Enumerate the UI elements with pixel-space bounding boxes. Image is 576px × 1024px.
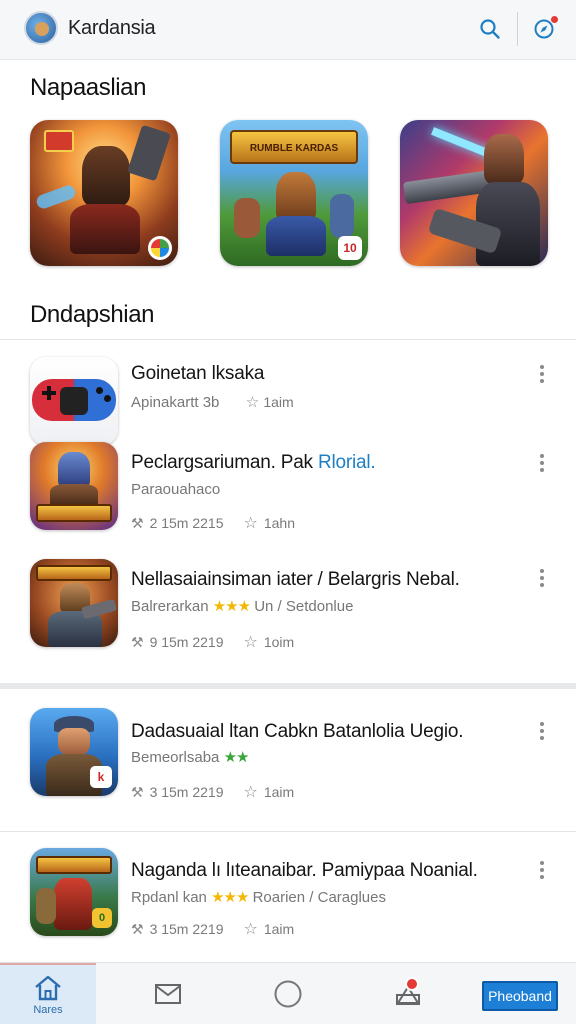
nav-mail[interactable] <box>140 963 196 1024</box>
section-divider <box>0 339 576 340</box>
app-icon-game <box>30 559 118 647</box>
star-outline-icon: ☆ <box>243 515 258 532</box>
search-icon[interactable] <box>475 14 505 44</box>
star-outline-icon: ☆ <box>243 634 258 651</box>
tools-icon: ⚒ <box>131 633 144 650</box>
more-options-button[interactable] <box>532 857 552 883</box>
item-subtitle: Rpdanl kan ★★★ Roarien / Caraglues <box>131 889 386 906</box>
nav-home-label: Nares <box>33 1004 63 1016</box>
star-outline-icon: ☆ <box>243 921 258 938</box>
nav-notifications[interactable] <box>380 963 436 1024</box>
app-icon-controller <box>30 357 118 445</box>
featured-tile-badge: 10 <box>338 236 362 260</box>
featured-section-title: Napaaslian <box>30 74 147 101</box>
bottom-navigation: Nares Pheoband <box>0 962 576 1024</box>
home-icon <box>35 975 61 1001</box>
nav-home[interactable]: Nares <box>0 963 96 1024</box>
circle-icon <box>274 980 302 1008</box>
nav-discover[interactable] <box>260 963 316 1024</box>
tools-icon: ⚒ <box>131 920 144 937</box>
featured-carousel: RUMBLE KARDAS 10 <box>0 118 576 268</box>
app-icon-game: k <box>30 708 118 796</box>
item-title: Naganda lı lıteanaibar. Pamiypaa Noanial… <box>131 860 478 881</box>
list-item[interactable]: Goinetan lksaka Apinakartt 3b ☆ 1aim <box>0 352 576 452</box>
tools-icon: ⚒ <box>131 514 144 531</box>
list-item[interactable]: Nellasaiainsiman iater / Belargris Nebal… <box>0 557 576 657</box>
rating-stars: ★★ <box>223 749 250 766</box>
item-title: Nellasaiainsiman iater / Belargris Nebal… <box>131 569 460 590</box>
list-item[interactable]: Peclargsariuman. Pak Rlorial. Paraouahac… <box>0 440 576 540</box>
compass-icon[interactable] <box>529 14 559 44</box>
list-item[interactable]: k Dadasuaial ltan Cabkn Batanlolia Uegio… <box>0 705 576 805</box>
notification-badge <box>405 977 419 991</box>
section-divider <box>0 683 576 689</box>
item-meta: ⚒ 2 15m 2215 ☆ 1ahn <box>131 514 296 533</box>
item-subtitle: Balrerarkan ★★★ Un / Setdonlue <box>131 598 354 615</box>
rating-stars: ★★★ <box>212 598 251 615</box>
list-item[interactable]: 0 Naganda lı lıteanaibar. Pamiypaa Noani… <box>0 845 576 945</box>
rating-stars: ★★★ <box>211 889 249 906</box>
featured-tile-1[interactable] <box>30 120 178 266</box>
notification-dot <box>551 16 558 23</box>
more-options-button[interactable] <box>532 718 552 744</box>
app-logo <box>24 11 58 45</box>
tools-icon: ⚒ <box>131 783 144 800</box>
app-icon-game <box>30 442 118 530</box>
item-title: Goinetan lksaka <box>131 363 265 384</box>
primary-action-button[interactable]: Pheoband <box>482 981 558 1011</box>
featured-tile-2[interactable]: RUMBLE KARDAS 10 <box>220 120 368 266</box>
app-title: Kardansia <box>68 17 156 39</box>
item-subtitle: Bemeorlsaba ★★ <box>131 749 250 766</box>
featured-tile-3[interactable] <box>400 120 548 266</box>
featured-tile-banner: RUMBLE KARDAS <box>230 130 358 164</box>
item-subtitle: Apinakartt 3b ☆ 1aim <box>131 394 294 411</box>
star-outline-icon: ☆ <box>243 784 258 801</box>
toolbar-separator <box>517 12 518 46</box>
more-options-button[interactable] <box>532 565 552 591</box>
item-subtitle: Paraouahaco <box>131 481 221 498</box>
item-title: Peclargsariuman. Pak Rlorial. <box>131 452 376 473</box>
section-divider <box>0 831 576 832</box>
item-meta: ⚒ 3 15m 2219 ☆ 1aim <box>131 783 295 802</box>
featured-tile-badge <box>148 236 172 260</box>
list-section-title: Dndapshian <box>30 301 155 328</box>
mail-icon <box>155 984 181 1004</box>
star-outline-icon: ☆ <box>245 394 260 411</box>
app-icon-game: 0 <box>30 848 118 936</box>
more-options-button[interactable] <box>532 450 552 476</box>
more-options-button[interactable] <box>532 361 552 387</box>
item-meta: ⚒ 3 15m 2219 ☆ 1aim <box>131 920 295 939</box>
item-title: Dadasuaial ltan Cabkn Batanlolia Uegio. <box>131 721 464 742</box>
top-app-bar: Kardansia <box>0 0 576 60</box>
item-meta: ⚒ 9 15m 2219 ☆ 1oim <box>131 633 295 652</box>
